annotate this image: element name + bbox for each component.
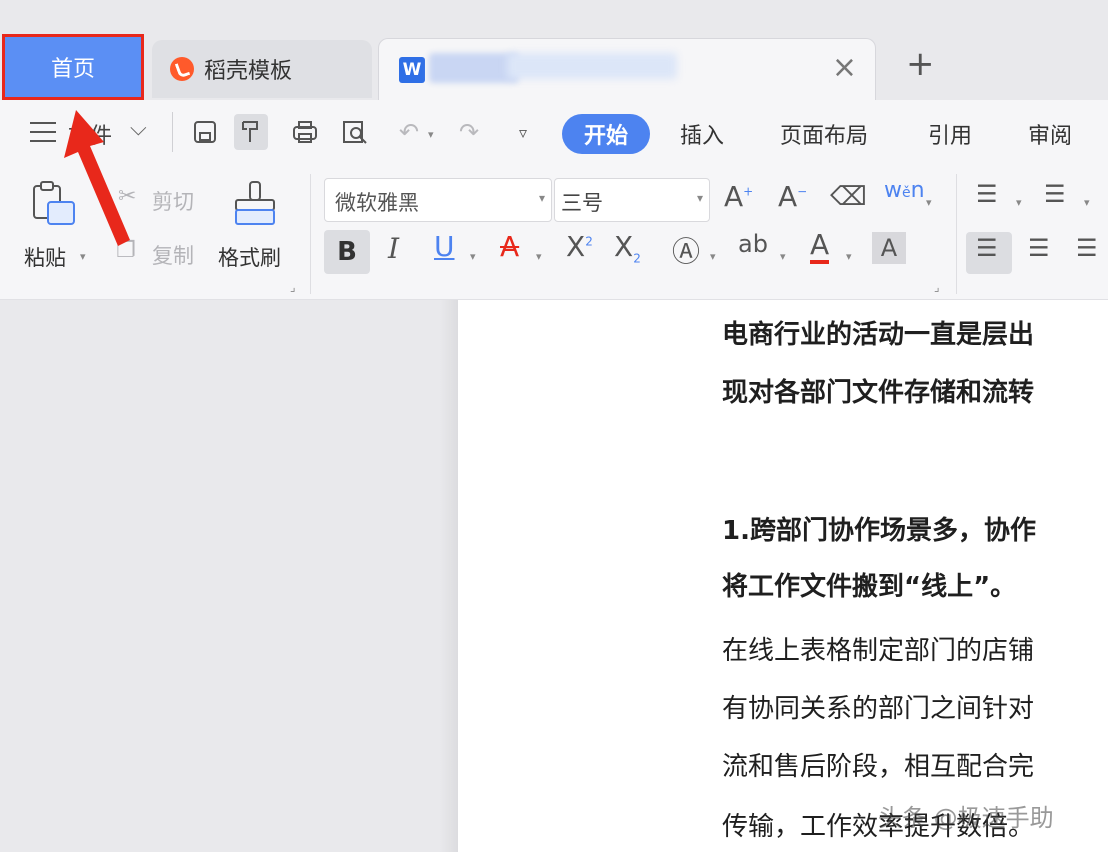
hamburger-menu-icon[interactable] (30, 122, 56, 142)
clipboard-dialog-launcher[interactable]: ⌟ (290, 280, 296, 294)
tab-bar: 首页 稻壳模板 W × + (0, 0, 1108, 100)
tab-template-label: 稻壳模板 (204, 59, 293, 84)
underline-icon[interactable]: U (434, 230, 455, 263)
decrease-font-size-icon[interactable]: A− (778, 180, 807, 213)
blurred-title-2 (507, 53, 677, 79)
strikethrough-icon[interactable]: A (500, 230, 519, 263)
divider (172, 112, 173, 152)
highlight-icon[interactable]: ab (738, 230, 768, 258)
underline-dropdown-icon[interactable]: ▾ (470, 250, 476, 263)
pinyin-dropdown-icon[interactable]: ▾ (926, 196, 932, 209)
paste-label[interactable]: 粘贴 (24, 242, 66, 272)
character-shading-icon[interactable]: A (872, 232, 906, 264)
print-preview-icon[interactable] (338, 114, 372, 150)
numbered-list-icon[interactable]: ☰ (1044, 180, 1066, 208)
scissors-icon: ✂ (118, 184, 137, 209)
font-size-select[interactable]: 三号 ▾ (554, 178, 710, 222)
copy-icon: ❐ (116, 238, 136, 263)
document-page[interactable]: 电商行业的活动一直是层出 现对各部门文件存储和流转 1.跨部门协作场景多，协作 … (458, 300, 1108, 852)
copy-button[interactable]: 复制 (152, 240, 194, 270)
pinyin-guide-icon[interactable]: wěn (884, 178, 925, 203)
close-tab-icon[interactable]: × (832, 53, 857, 83)
paste-icon[interactable] (30, 180, 80, 232)
tab-home[interactable]: 首页 (2, 34, 144, 100)
undo-dropdown-icon[interactable]: ▾ (428, 128, 434, 141)
watermark: 头条 @极速手助 (878, 804, 1054, 832)
tab-review[interactable]: 审阅 (1028, 118, 1072, 150)
font-size-value: 三号 (561, 191, 603, 215)
doc-line: 在线上表格制定部门的店铺 (722, 636, 1035, 666)
cut-button[interactable]: 剪切 (152, 186, 194, 216)
doc-line: 现对各部门文件存储和流转 (722, 378, 1035, 408)
chevron-down-icon[interactable]: ▾ (539, 191, 545, 205)
numbered-list-dropdown-icon[interactable]: ▾ (1084, 196, 1090, 209)
font-dialog-launcher[interactable]: ⌟ (934, 280, 940, 294)
tab-home-label: 首页 (50, 57, 95, 82)
undo-icon[interactable]: ↶ (392, 114, 426, 150)
format-paint-quick-icon[interactable] (234, 114, 268, 150)
redo-icon[interactable]: ↷ (452, 114, 486, 150)
align-left-icon: ☰ (976, 234, 998, 262)
highlight-dropdown-icon[interactable]: ▾ (780, 250, 786, 263)
text-effect-dropdown-icon[interactable]: ▾ (710, 250, 716, 263)
ribbon: 文件 ⌵ ↶ ▾ ↷ ▿ 开始 插入 页面布局 引用 审阅 粘贴 ▾ ✂ 剪切 … (0, 100, 1108, 300)
text-effect-icon[interactable]: Ⓐ (672, 230, 700, 270)
quick-access-bar: 文件 ⌵ ↶ ▾ ↷ ▿ 开始 插入 页面布局 引用 审阅 (0, 100, 1108, 164)
clear-format-eraser-icon[interactable]: ⌫ (830, 182, 867, 212)
doc-line: 流和售后阶段，相互配合完 (722, 752, 1035, 782)
docer-logo-icon (170, 57, 194, 81)
format-painter-label[interactable]: 格式刷 (218, 242, 281, 272)
doc-line: 将工作文件搬到“线上”。 (722, 572, 1017, 602)
tab-start[interactable]: 开始 (562, 114, 650, 154)
italic-icon[interactable]: I (388, 232, 399, 265)
paste-dropdown-icon[interactable]: ▾ (80, 250, 86, 263)
superscript-icon[interactable]: X2 (566, 230, 593, 263)
bullet-list-icon[interactable]: ☰ (976, 180, 998, 208)
strikethrough-dropdown-icon[interactable]: ▾ (536, 250, 542, 263)
tab-template[interactable]: 稻壳模板 (152, 40, 372, 98)
tab-page-layout[interactable]: 页面布局 (780, 118, 868, 150)
align-right-icon[interactable]: ☰ (1076, 234, 1098, 262)
group-divider (310, 174, 311, 294)
doc-line: 电商行业的活动一直是层出 (722, 320, 1035, 350)
bullet-list-dropdown-icon[interactable]: ▾ (1016, 196, 1022, 209)
bold-button[interactable]: B (324, 230, 370, 274)
file-menu[interactable]: 文件 (68, 118, 112, 150)
customize-toolbar-icon[interactable]: ▿ (506, 114, 540, 150)
align-center-icon[interactable]: ☰ (1028, 234, 1050, 262)
group-divider (956, 174, 957, 294)
tab-references[interactable]: 引用 (928, 118, 972, 150)
increase-font-size-icon[interactable]: A+ (724, 180, 753, 213)
save-icon[interactable] (188, 114, 222, 150)
page-shadow (440, 300, 458, 852)
tab-insert[interactable]: 插入 (680, 118, 724, 150)
font-color-icon[interactable]: A (810, 230, 830, 264)
word-doc-icon: W (399, 57, 425, 83)
font-name-select[interactable]: 微软雅黑 ▾ (324, 178, 552, 222)
doc-line: 1.跨部门协作场景多，协作 (722, 516, 1036, 546)
subscript-icon[interactable]: X2 (614, 230, 641, 266)
doc-line: 有协同关系的部门之间针对 (722, 694, 1035, 724)
font-color-dropdown-icon[interactable]: ▾ (846, 250, 852, 263)
format-painter-icon[interactable] (232, 180, 278, 232)
new-tab-button[interactable]: + (906, 44, 935, 84)
chevron-down-icon[interactable]: ⌵ (130, 116, 147, 141)
print-icon[interactable] (288, 114, 322, 150)
font-name-value: 微软雅黑 (335, 191, 419, 215)
chevron-down-icon[interactable]: ▾ (697, 191, 703, 205)
tab-document[interactable]: W × (378, 38, 876, 100)
document-area: 电商行业的活动一直是层出 现对各部门文件存储和流转 1.跨部门协作场景多，协作 … (0, 300, 1108, 852)
ribbon-home-panel: 粘贴 ▾ ✂ 剪切 ❐ 复制 格式刷 ⌟ 微软雅黑 ▾ 三号 ▾ A+ A− ⌫… (0, 164, 1108, 300)
blurred-title (429, 53, 519, 83)
